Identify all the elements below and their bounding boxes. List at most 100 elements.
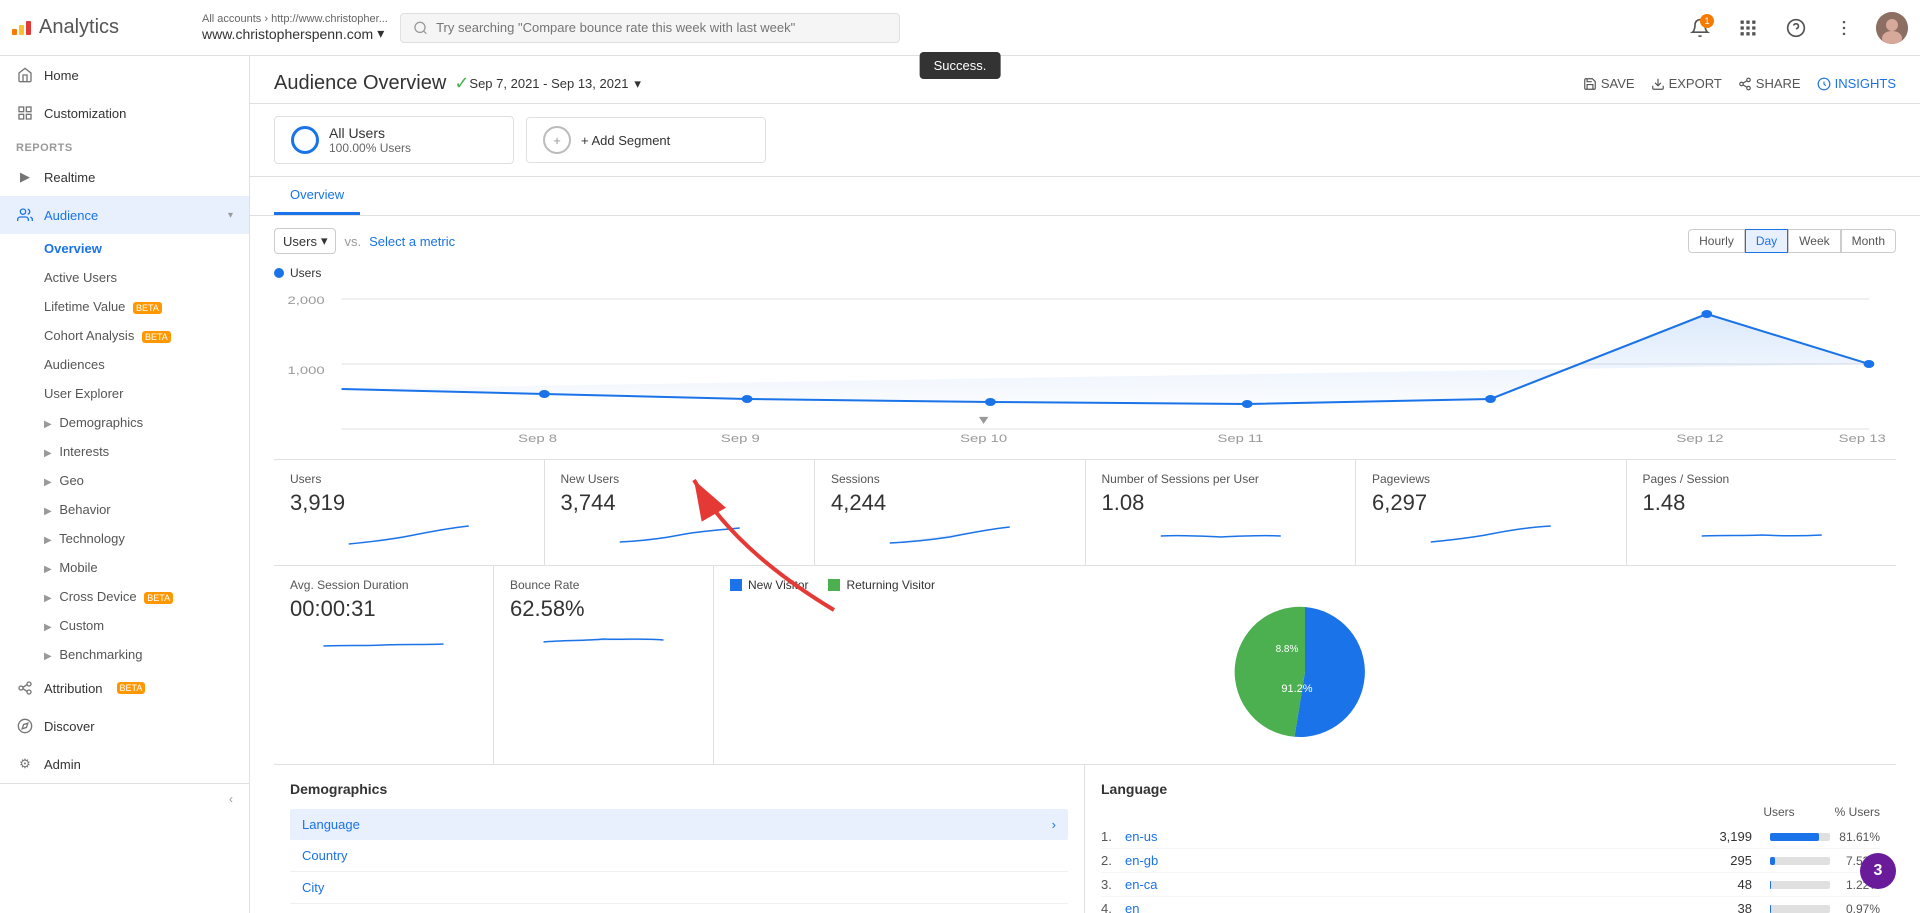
lang-row-4: 4. en 38 0.97%: [1101, 897, 1880, 913]
svg-text:Sep 12: Sep 12: [1676, 432, 1723, 444]
sidebar-item-attribution[interactable]: Attribution BETA: [0, 669, 249, 707]
col-header-pct: % Users: [1835, 805, 1880, 819]
chart-legend: Users: [274, 266, 1896, 280]
metric-select-area: Users ▾ vs. Select a metric: [274, 228, 455, 254]
segment-info: All Users 100.00% Users: [329, 125, 411, 155]
tab-overview[interactable]: Overview: [274, 177, 360, 215]
date-range-picker[interactable]: Sep 7, 2021 - Sep 13, 2021 ▾: [469, 76, 641, 92]
legend-label-users: Users: [290, 266, 321, 280]
period-btn-week[interactable]: Week: [1788, 229, 1840, 253]
account-path: All accounts › http://www.christopher...: [202, 13, 388, 25]
admin-label: Admin: [44, 757, 81, 772]
audience-chevron: ▾: [228, 210, 233, 221]
period-buttons: Hourly Day Week Month: [1688, 229, 1896, 253]
main-layout: Home Customization REPORTS ▶ Realtime Au…: [0, 56, 1920, 913]
metric-card-avg-session: Avg. Session Duration 00:00:31: [274, 566, 494, 764]
demo-link-city[interactable]: City: [290, 872, 1068, 904]
demo-link-language[interactable]: Language ›: [290, 809, 1068, 840]
attribution-beta-tag: BETA: [117, 682, 146, 694]
bottom-section: Demographics Language › Country City Sys…: [274, 764, 1896, 913]
chart-svg-container: 2,000 1,000: [274, 284, 1896, 447]
pie-legend-returning-icon: [828, 579, 840, 591]
sidebar-collapse-button[interactable]: ‹: [0, 783, 249, 814]
sidebar-sub-overview[interactable]: Overview: [0, 234, 249, 263]
lang-name-2[interactable]: en-gb: [1125, 853, 1684, 868]
sidebar-sub-geo[interactable]: ▶ Geo: [0, 466, 249, 495]
chat-badge[interactable]: 3: [1860, 853, 1896, 889]
sidebar-sub-demographics[interactable]: ▶ Demographics: [0, 408, 249, 437]
sidebar-sub-behavior[interactable]: ▶ Behavior: [0, 495, 249, 524]
demographics-title: Demographics: [290, 781, 1068, 797]
metric-dropdown[interactable]: Users ▾: [274, 228, 336, 254]
expand-arrow-behavior: ▶: [44, 506, 52, 517]
sidebar-item-customization[interactable]: Customization: [0, 94, 249, 132]
svg-text:Sep 11: Sep 11: [1217, 432, 1263, 444]
insights-button[interactable]: INSIGHTS: [1817, 76, 1896, 91]
lifetime-beta-tag: BETA: [133, 302, 162, 314]
sidebar-sub-cross-device[interactable]: ▶ Cross Device BETA: [0, 582, 249, 611]
sidebar-customization-label: Customization: [44, 106, 126, 121]
more-button[interactable]: [1828, 12, 1860, 44]
line-chart-svg: 2,000 1,000: [274, 284, 1896, 444]
lang-users-1: 3,199: [1692, 829, 1752, 844]
sidebar-sub-user-explorer[interactable]: User Explorer: [0, 379, 249, 408]
lang-pct-4: 0.97%: [1838, 902, 1880, 913]
sidebar-sub-technology[interactable]: ▶ Technology: [0, 524, 249, 553]
segment-all-users[interactable]: All Users 100.00% Users: [274, 116, 514, 164]
share-button[interactable]: SHARE: [1738, 76, 1801, 91]
avatar[interactable]: [1876, 12, 1908, 44]
add-segment-button[interactable]: + + Add Segment: [526, 117, 766, 163]
svg-text:Sep 8: Sep 8: [518, 432, 557, 444]
sidebar-sub-mobile[interactable]: ▶ Mobile: [0, 553, 249, 582]
metric-label-avg-session: Avg. Session Duration: [290, 578, 477, 592]
select-metric-link[interactable]: Select a metric: [369, 234, 455, 249]
help-button[interactable]: [1780, 12, 1812, 44]
period-btn-month[interactable]: Month: [1841, 229, 1896, 253]
domain-selector[interactable]: www.christopherspenn.com ▾: [202, 25, 388, 42]
notifications-button[interactable]: 1: [1684, 12, 1716, 44]
metric-card-bounce-rate: Bounce Rate 62.58%: [494, 566, 714, 764]
export-button[interactable]: EXPORT: [1651, 76, 1722, 91]
search-bar[interactable]: [400, 13, 900, 43]
sidebar-item-home[interactable]: Home: [0, 56, 249, 94]
pie-legend-new-label: New Visitor: [748, 578, 808, 592]
admin-icon: ⚙: [16, 755, 34, 773]
metric-label-pageviews: Pageviews: [1372, 472, 1610, 486]
pie-chart-area: New Visitor Returning Visitor: [714, 566, 1896, 764]
page-title: Audience Overview ✓: [274, 72, 469, 95]
lang-name-1[interactable]: en-us: [1125, 829, 1684, 844]
period-btn-day[interactable]: Day: [1745, 229, 1788, 253]
search-input[interactable]: [436, 20, 887, 35]
sidebar-sub-cohort-analysis[interactable]: Cohort Analysis BETA: [0, 321, 249, 350]
metric-card-pageviews: Pageviews 6,297: [1356, 460, 1627, 565]
app-title: Analytics: [39, 16, 119, 39]
demo-link-country[interactable]: Country: [290, 840, 1068, 872]
lang-name-3[interactable]: en-ca: [1125, 877, 1684, 892]
date-dropdown-icon: ▾: [634, 76, 641, 92]
sidebar-sub-interests[interactable]: ▶ Interests: [0, 437, 249, 466]
save-button[interactable]: SAVE: [1583, 76, 1635, 91]
chart-controls: Users ▾ vs. Select a metric Hourly Day W…: [250, 216, 1920, 266]
pie-chart-svg: 91.2% 8.8%: [1225, 592, 1385, 752]
sidebar-sub-lifetime-value[interactable]: Lifetime Value BETA: [0, 292, 249, 321]
lang-row-1: 1. en-us 3,199 81.61%: [1101, 825, 1880, 849]
lang-row-2: 2. en-gb 295 7.53%: [1101, 849, 1880, 873]
sidebar-item-discover[interactable]: Discover: [0, 707, 249, 745]
sidebar-item-admin[interactable]: ⚙ Admin: [0, 745, 249, 783]
sidebar: Home Customization REPORTS ▶ Realtime Au…: [0, 56, 250, 913]
sidebar-sub-audiences[interactable]: Audiences: [0, 350, 249, 379]
sidebar-sub-active-users[interactable]: Active Users: [0, 263, 249, 292]
lang-name-4[interactable]: en: [1125, 901, 1684, 913]
apps-button[interactable]: [1732, 12, 1764, 44]
more-vert-icon: [1834, 18, 1854, 38]
expand-arrow-technology: ▶: [44, 535, 52, 546]
vs-label: vs.: [344, 234, 361, 249]
pie-legend-returning: Returning Visitor: [828, 578, 935, 592]
sparkline-pageviews: [1372, 522, 1610, 550]
sidebar-item-audience[interactable]: Audience ▾: [0, 196, 249, 234]
period-btn-hourly[interactable]: Hourly: [1688, 229, 1745, 253]
pie-chart-container: 91.2% 8.8%: [730, 592, 1880, 752]
sidebar-sub-custom[interactable]: ▶ Custom: [0, 611, 249, 640]
sidebar-item-realtime[interactable]: ▶ Realtime: [0, 158, 249, 196]
sidebar-sub-benchmarking[interactable]: ▶ Benchmarking: [0, 640, 249, 669]
